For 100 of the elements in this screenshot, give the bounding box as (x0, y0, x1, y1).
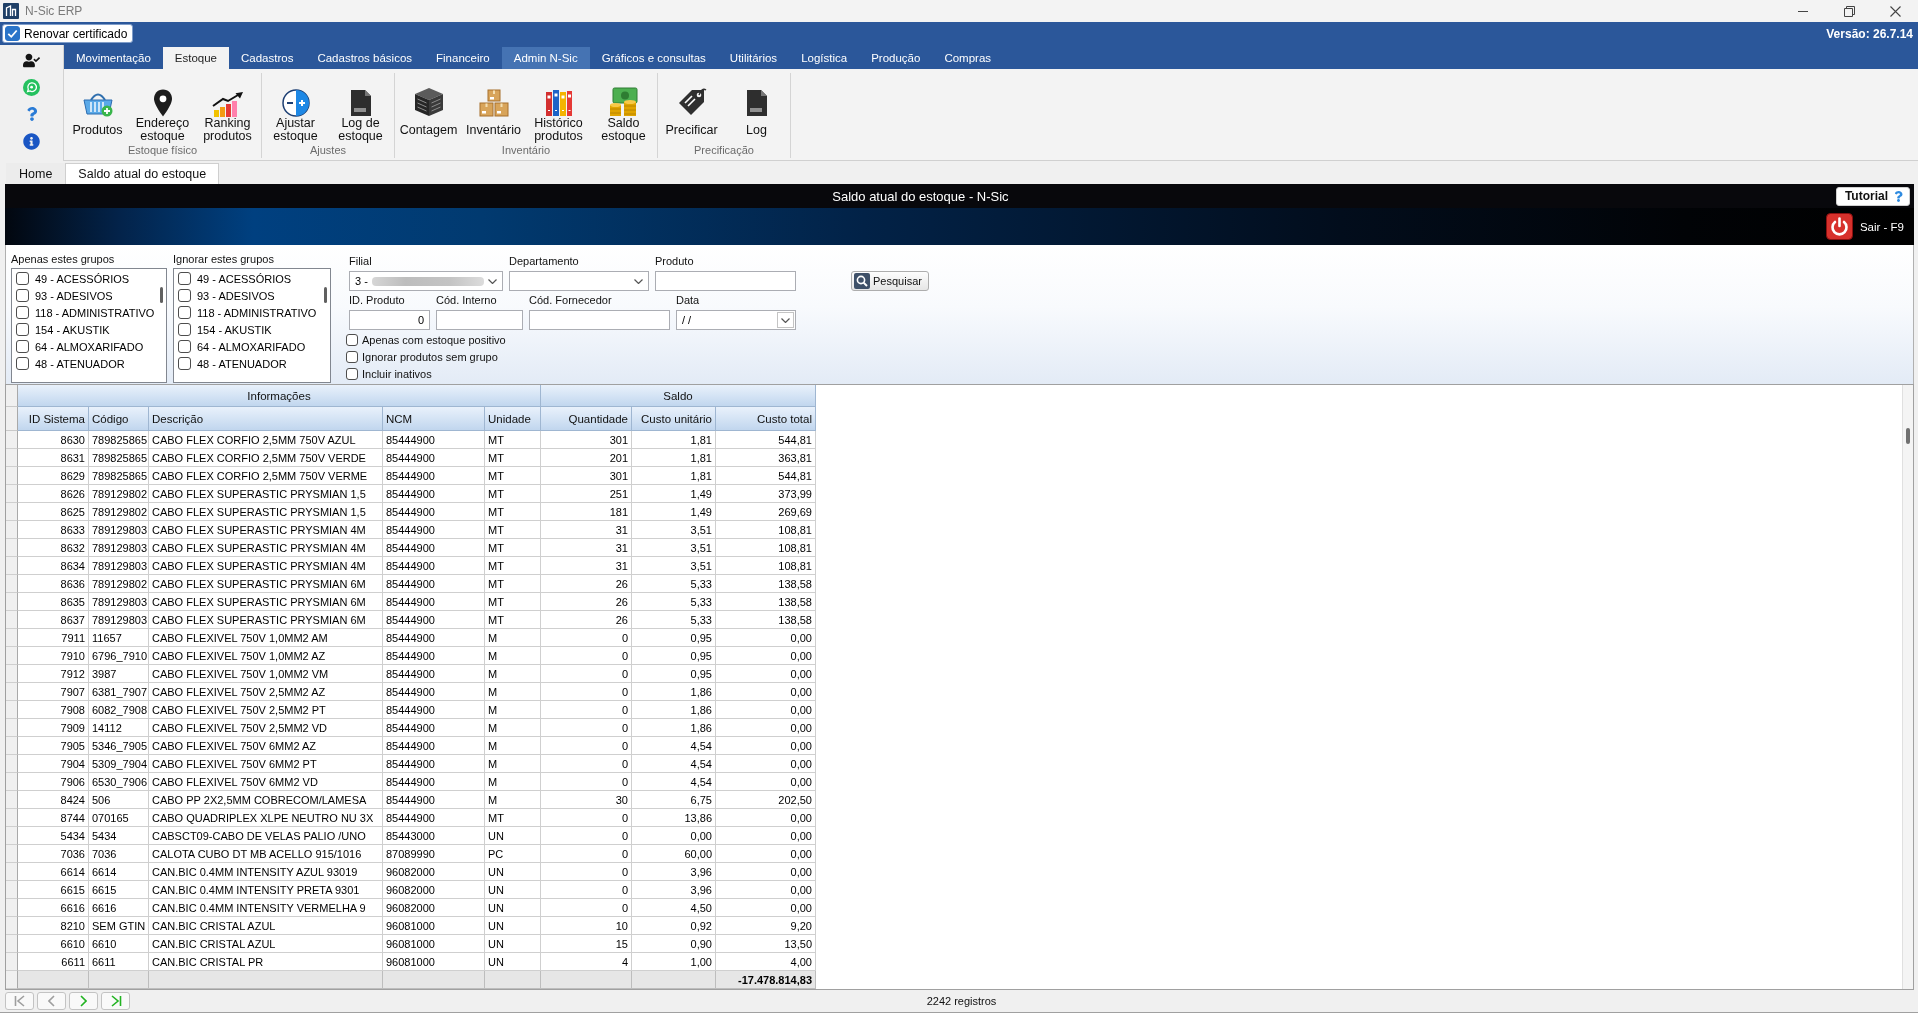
row-selector-cell[interactable] (6, 845, 18, 863)
row-selector-cell[interactable] (6, 665, 18, 683)
column-header[interactable]: Quantidade (541, 407, 632, 431)
input-field[interactable]: 0 (349, 310, 430, 330)
row-selector-cell[interactable] (6, 917, 18, 935)
row-selector-cell[interactable] (6, 503, 18, 521)
row-selector-cell[interactable] (6, 809, 18, 827)
restore-icon[interactable] (1843, 5, 1855, 17)
tutorial-button[interactable]: Tutorial (1835, 186, 1910, 206)
row-selector-cell[interactable] (6, 755, 18, 773)
row-selector-cell[interactable] (6, 773, 18, 791)
checkbox-option[interactable]: Ignorar produtos sem grupo (346, 348, 498, 365)
row-selector-cell[interactable] (6, 467, 18, 485)
ribbon-tab[interactable]: Cadastros (229, 47, 306, 69)
ribbon-tab[interactable]: Admin N-Sic (501, 47, 590, 69)
row-selector-cell[interactable] (6, 953, 18, 971)
row-selector-cell[interactable] (6, 737, 18, 755)
checkbox[interactable] (16, 272, 29, 285)
chat-icon[interactable] (23, 78, 40, 96)
ribbon-button[interactable]: Ajustar estoque (263, 87, 328, 143)
ribbon-tab[interactable]: Utilitários (717, 47, 790, 69)
ribbon-button[interactable]: Log (724, 87, 789, 143)
checkbox[interactable] (178, 357, 191, 370)
checkbox[interactable] (346, 367, 358, 380)
dropdown-field[interactable]: 3 - (349, 271, 503, 291)
dropdown-field[interactable] (509, 271, 649, 291)
ribbon-tab[interactable]: Movimentação (64, 47, 163, 69)
checkbox-option[interactable]: Apenas com estoque positivo (346, 331, 506, 348)
row-selector-cell[interactable] (6, 557, 18, 575)
scrollbar-thumb[interactable] (1906, 428, 1910, 444)
info-icon[interactable] (23, 132, 40, 150)
exit-button[interactable]: Sair - F9 (1825, 213, 1904, 240)
row-selector-cell[interactable] (6, 593, 18, 611)
checkbox[interactable] (5, 26, 20, 41)
ribbon-button[interactable]: Contagem (396, 87, 461, 143)
checkbox[interactable] (178, 272, 191, 285)
checklist-item[interactable]: 64 - ALMOXARIFADO (12, 338, 166, 355)
checkbox[interactable] (178, 323, 191, 336)
checkbox[interactable] (16, 340, 29, 353)
input-field[interactable] (529, 310, 670, 330)
ribbon-tab[interactable]: Produção (859, 47, 933, 69)
ribbon-button[interactable]: Histórico produtos (526, 87, 591, 143)
checklist-item[interactable]: 48 - ATENUADOR (174, 355, 330, 372)
row-selector-cell[interactable] (6, 611, 18, 629)
ribbon-button[interactable]: Ranking produtos (195, 87, 260, 143)
column-header[interactable]: Custo unitário (632, 407, 716, 431)
row-selector-cell[interactable] (6, 827, 18, 845)
user-check-icon[interactable] (23, 51, 40, 69)
column-header[interactable]: NCM (383, 407, 485, 431)
ribbon-button[interactable]: Saldo estoque (591, 87, 656, 143)
next-page-button[interactable] (69, 992, 98, 1010)
search-button[interactable]: Pesquisar (851, 271, 929, 291)
row-selector-cell[interactable] (6, 935, 18, 953)
input-field[interactable] (655, 271, 796, 291)
checkbox[interactable] (178, 289, 191, 302)
checkbox[interactable] (346, 350, 358, 363)
checkbox-option[interactable]: Incluir inativos (346, 365, 432, 382)
column-header[interactable]: Descrição (149, 407, 383, 431)
checklist-item[interactable]: 93 - ADESIVOS (12, 287, 166, 304)
column-header[interactable]: Custo total (716, 407, 816, 431)
checklist-item[interactable]: 118 - ADMINISTRATIVO (12, 304, 166, 321)
document-tab[interactable]: Home (6, 163, 66, 184)
row-selector-cell[interactable] (6, 791, 18, 809)
ribbon-tab[interactable]: Compras (932, 47, 1004, 69)
ribbon-tab[interactable]: Estoque (162, 47, 229, 69)
ribbon-button[interactable]: Log de estoque (328, 87, 393, 143)
checklist-item[interactable]: 48 - ATENUADOR (12, 355, 166, 372)
checkbox[interactable] (178, 340, 191, 353)
checkbox[interactable] (16, 323, 29, 336)
last-page-button[interactable] (101, 992, 130, 1010)
row-selector-cell[interactable] (6, 539, 18, 557)
ribbon-tab[interactable]: Financeiro (424, 47, 502, 69)
minimize-icon[interactable] (1798, 10, 1808, 12)
ribbon-button[interactable]: Endereço estoque (130, 87, 195, 143)
ribbon-tab[interactable]: Cadastros básicos (305, 47, 425, 69)
row-selector-cell[interactable] (6, 719, 18, 737)
column-header[interactable]: Código (89, 407, 149, 431)
checklist-item[interactable]: 49 - ACESSÓRIOS (174, 270, 330, 287)
checkbox[interactable] (16, 306, 29, 319)
ribbon-button[interactable]: Precificar (659, 87, 724, 143)
row-selector-cell[interactable] (6, 701, 18, 719)
row-selector-cell[interactable] (6, 575, 18, 593)
row-selector-cell[interactable] (6, 431, 18, 449)
scrollbar-thumb[interactable] (324, 287, 327, 303)
dropdown-button[interactable] (777, 312, 794, 328)
row-selector-cell[interactable] (6, 899, 18, 917)
row-selector-cell[interactable] (6, 647, 18, 665)
date-field[interactable]: / / (676, 310, 796, 330)
checklist-item[interactable]: 49 - ACESSÓRIOS (12, 270, 166, 287)
ribbon-button[interactable]: Produtos (65, 87, 130, 143)
row-selector-cell[interactable] (6, 629, 18, 647)
input-field[interactable] (436, 310, 523, 330)
row-selector-cell[interactable] (6, 521, 18, 539)
checklist-item[interactable]: 154 - AKUSTIK (174, 321, 330, 338)
checklist-item[interactable]: 93 - ADESIVOS (174, 287, 330, 304)
checkbox[interactable] (16, 357, 29, 370)
checklist-item[interactable]: 154 - AKUSTIK (12, 321, 166, 338)
row-selector-cell[interactable] (6, 683, 18, 701)
ribbon-tab[interactable]: Gráficos e consultas (589, 47, 718, 69)
ribbon-tab[interactable]: Logística (789, 47, 860, 69)
